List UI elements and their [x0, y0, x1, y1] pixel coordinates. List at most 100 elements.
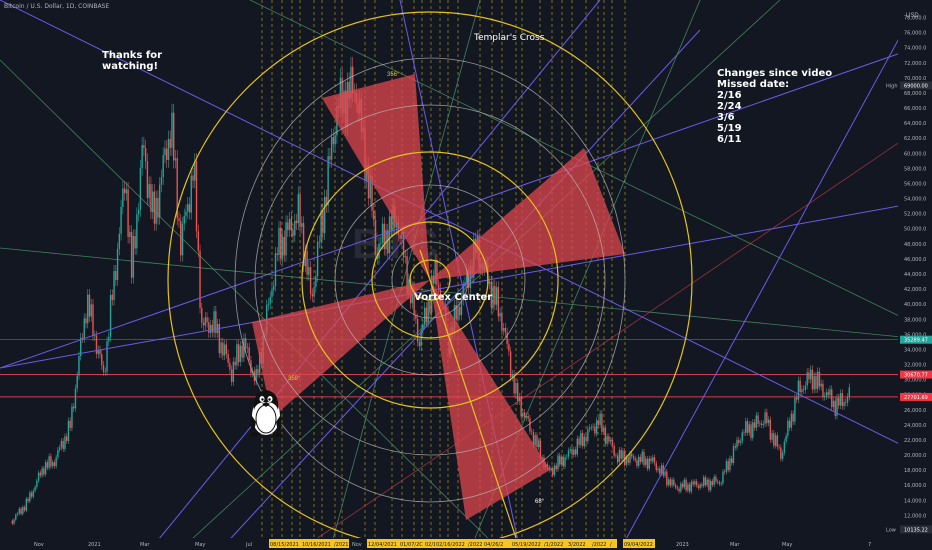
candle-body: [94, 335, 96, 337]
candle-body: [801, 389, 803, 393]
candle-body: [653, 457, 656, 464]
candle-body: [297, 194, 300, 224]
candle-body: [29, 492, 31, 502]
candle-body: [85, 318, 87, 324]
candle-body: [611, 439, 614, 446]
candle-body: [32, 490, 35, 497]
candle-body: [171, 112, 173, 148]
candle-body: [373, 210, 375, 220]
time-tick-1: 2021: [88, 542, 101, 548]
candle-body: [309, 267, 312, 294]
price-tick-3: 16,000.0: [904, 483, 926, 489]
candle-body: [674, 484, 677, 488]
candle-body: [720, 483, 722, 484]
candle-body: [27, 498, 29, 502]
price-tick-11: 32,000.0: [904, 363, 926, 369]
candle-body: [173, 112, 175, 161]
candle-body: [316, 241, 319, 277]
candle-body: [799, 380, 801, 393]
candle-body: [204, 317, 207, 326]
candle-body: [308, 267, 310, 275]
candle-body: [673, 479, 675, 485]
candle-body: [552, 468, 554, 475]
candle-body: [773, 433, 775, 446]
candle-body: [390, 216, 393, 230]
candle-body: [165, 148, 168, 160]
candle-body: [209, 324, 212, 333]
price-tick-1: 12,000.0: [904, 513, 926, 519]
candle-body: [667, 479, 670, 486]
candle-body: [190, 175, 192, 213]
candle-body: [515, 383, 517, 394]
candle-body: [188, 204, 191, 213]
candle-body: [848, 387, 850, 397]
candle-body: [495, 287, 498, 305]
price-tick-7: 24,000.0: [904, 423, 926, 429]
candle-body: [671, 479, 673, 486]
candle-body: [734, 446, 736, 448]
candle-body: [569, 449, 571, 451]
candle-body: [645, 458, 647, 465]
candle-body: [92, 304, 94, 336]
candle-body: [664, 471, 666, 476]
candle-body: [290, 218, 292, 231]
candle-body: [130, 231, 133, 278]
date-badge-text-12: /2022: [592, 542, 606, 548]
candle-body: [197, 231, 199, 251]
candle-body: [283, 236, 285, 256]
candle-body: [111, 294, 114, 300]
candle-body: [822, 383, 824, 397]
candle-body: [380, 242, 382, 244]
candle-body: [694, 481, 696, 485]
candle-body: [592, 426, 594, 428]
candle-body: [578, 438, 580, 445]
candle-body: [757, 415, 759, 424]
candle-body: [739, 441, 742, 443]
candle-body: [202, 322, 205, 326]
candle-body: [802, 389, 805, 390]
candle-body: [790, 413, 793, 428]
candle-body: [706, 479, 708, 486]
candle-body: [113, 270, 115, 300]
candle-body: [534, 435, 536, 446]
candle-body: [95, 335, 98, 354]
candle-body: [60, 440, 63, 448]
candle-body: [702, 477, 705, 487]
candle-body: [620, 449, 622, 459]
candle-body: [602, 427, 605, 432]
candle-body: [418, 341, 421, 347]
candle-body: [46, 462, 49, 468]
candle-body: [741, 432, 743, 442]
candle-body: [669, 479, 672, 486]
candle-body: [167, 138, 170, 160]
candle-body: [416, 318, 419, 342]
candle-body: [51, 462, 54, 467]
price-tick-17: 44,000.0: [904, 272, 926, 278]
price-tick-15: 40,000.0: [904, 302, 926, 308]
candle-body: [67, 420, 70, 441]
candle-body: [599, 413, 601, 425]
candle-body: [13, 519, 15, 524]
candle-body: [434, 259, 436, 284]
candle-body: [681, 483, 684, 488]
candle-body: [99, 350, 101, 355]
candle-body: [650, 458, 652, 462]
candle-body: [792, 413, 794, 422]
candle-body: [72, 406, 75, 409]
candle-body: [223, 344, 226, 356]
price-tick-19: 48,000.0: [904, 242, 926, 248]
candle-body: [301, 223, 303, 227]
candle-body: [815, 376, 817, 389]
price-tick-27: 64,000.0: [904, 121, 926, 127]
candle-body: [287, 222, 289, 231]
candle-body: [352, 66, 354, 94]
candle-body: [766, 412, 768, 424]
candle-body: [318, 241, 321, 243]
time-tick-8: May: [782, 542, 792, 548]
candle-body: [806, 372, 808, 386]
candle-body: [697, 485, 700, 489]
candle-body: [738, 439, 740, 443]
candle-body: [34, 487, 36, 491]
candle-body: [606, 436, 608, 444]
candle-body: [762, 423, 765, 426]
